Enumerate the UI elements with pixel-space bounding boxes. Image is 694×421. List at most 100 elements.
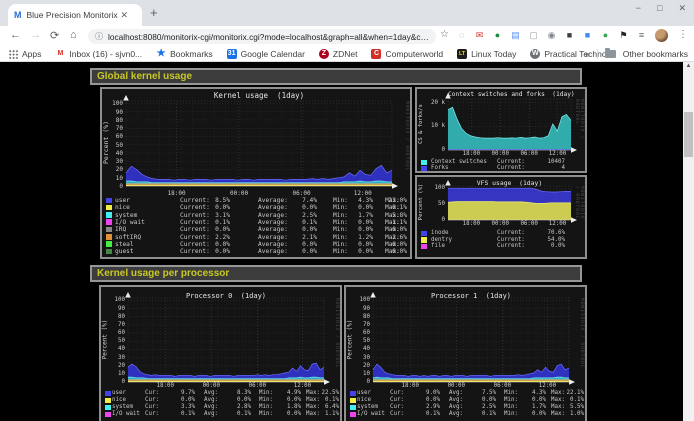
mail-extension-icon[interactable]: ✉ [474,30,485,41]
box-extension-icon[interactable]: ▢ [528,30,539,41]
legend-row: niceCurrent:0.0%Average:0.0%Min:0.0%Max:… [102,204,410,211]
bookmark-star-icon[interactable]: ☆ [440,29,449,40]
legend-stat-value: 22.5% [297,390,339,396]
legend-stat-value: 4.9% [259,390,301,396]
eye-extension-icon[interactable]: ◉ [546,30,557,41]
legend-row: dentryCurrent:54.0% [417,237,585,244]
legend-stat-value: 1.1% [365,219,407,226]
other-bookmarks-button[interactable]: Other bookmarks [623,49,688,59]
legend-stat-value: 70.6% [523,230,565,236]
bookmark-label: Linux Today [471,49,516,59]
legend-stat-value: 0.1% [153,411,195,417]
x-tick: 12:00 [348,190,378,197]
kernel-usage-graph[interactable]: Kernel usage (1day)Percent (%)1009080706… [100,87,412,259]
legend-swatch [105,398,111,404]
chart-canvas [126,101,392,186]
bookmarks-overflow-chevron[interactable]: » [585,49,590,59]
legend-stat-value: 0.0% [523,243,565,249]
url-text[interactable]: localhost:8080/monitorix-cgi/monitorix.c… [108,32,436,42]
legend-stat-value: 2.9% [398,404,440,410]
forward-icon[interactable]: → [30,29,41,41]
page-info-icon[interactable]: ⓘ [95,31,103,42]
legend-stat-value: 0.1% [542,397,584,403]
bookmarks-divider [597,49,598,59]
maximize-icon[interactable]: □ [657,3,662,14]
search-extension-icon[interactable]: ◌ [456,30,467,41]
home-icon[interactable]: ⌂ [70,29,77,41]
legend-swatch [421,160,427,166]
green-dot-extension-icon[interactable]: ● [600,30,611,41]
legend-stat-value: 0.0% [209,397,251,403]
profile-avatar[interactable] [655,29,668,42]
legend-swatch [106,241,112,247]
chart-canvas [448,99,571,150]
y-tick: 100 [102,297,125,303]
y-tick: 60 [100,133,123,140]
legend-row: guestCurrent:0.0%Average:0.0%Min:0.0%Max… [102,248,410,255]
browser-menu-icon[interactable]: ⋮ [678,29,688,40]
legend-stat-value: 0.0% [259,411,301,417]
y-tick: 90 [102,306,125,312]
gmail-icon: M [55,49,65,59]
y-tick: 0 [102,379,125,385]
pages-extension-icon[interactable]: ▤ [510,30,521,41]
minimize-icon[interactable]: − [636,3,641,14]
processor-1-graph[interactable]: Processor 1 (1day)Percent (%)10090807060… [344,285,587,421]
y-tick: 100 [422,185,445,191]
legend-stat-value: 0.0% [275,226,317,233]
y-tick: 20 [100,166,123,173]
section-header-global-kernel-usage: Global kernel usage [90,68,582,85]
x-tick: 00:00 [224,190,254,197]
y-tick: 10 [100,175,123,182]
context-switches-graph[interactable]: Context switches and forks (1day)CS & fo… [415,87,587,173]
legend-row: inodeCurrent:70.6% [417,230,585,237]
scrollbar-up-arrow[interactable]: ▲ [683,63,694,69]
legend-swatch [350,391,356,397]
dark-square-extension-icon[interactable]: ■ [564,30,575,41]
legend-stat-value: 8.3% [209,390,251,396]
x-tick: 06:00 [514,151,544,157]
star-icon: ★ [156,49,166,59]
legend-stat-value: 3.3% [153,404,195,410]
tab-list-extension-icon[interactable]: ≡ [636,30,647,41]
bookmark-computerworld[interactable]: CComputerworld [371,49,443,59]
linux-today-icon: LT [457,49,467,59]
legend-series-name: steal [115,241,134,248]
legend-stat-value: 0.0% [365,248,407,255]
legend-swatch [350,398,356,404]
pin-extension-icon[interactable]: ⚑ [618,30,629,41]
vfs-usage-graph[interactable]: VFS usage (1day)Percent (%)10050018:0000… [415,175,587,259]
processor-0-graph[interactable]: Processor 0 (1day)Percent (%)10090807060… [99,285,342,421]
legend-stat-value: 54.0% [523,237,565,243]
bookmark-star[interactable]: ★ Bookmarks [156,49,213,59]
bookmark-calendar[interactable]: 31Google Calendar [227,49,305,59]
y-tick: 40 [100,150,123,157]
legend-series-name: I/O wait [115,219,145,226]
x-tick: 18:00 [150,383,180,389]
tab-close-icon[interactable]: ✕ [121,10,129,21]
close-icon[interactable]: ✕ [678,3,686,14]
back-icon[interactable]: ← [10,29,21,41]
legend-series-name: nice [112,397,126,403]
chart-canvas [128,298,324,382]
bookmark-linux-today[interactable]: LT Linux Today [457,49,516,59]
legend-series-name: nice [357,397,371,403]
reload-icon[interactable]: ⟳ [50,29,59,42]
bookmark-apps-grid[interactable]: Apps [8,49,41,59]
legend-stat-value: 0.0% [188,204,230,211]
globe-extension-icon[interactable]: ● [492,30,503,41]
blue-app-extension-icon[interactable]: ■ [582,30,593,41]
bookmark-zdnet[interactable]: ZZDNet [319,49,358,59]
bookmark-label: Bookmarks [170,49,213,59]
legend-stat-value: 22.1% [542,390,584,396]
legend-row: softIRQCurrent:2.2%Average:2.1%Min:1.2%M… [102,234,410,241]
new-tab-button[interactable]: + [150,5,158,20]
y-tick: 10 [347,371,370,377]
legend-stat-value: 4 [523,165,565,171]
y-tick: 30 [100,158,123,165]
address-bar[interactable]: ⓘ localhost:8080/monitorix-cgi/monitorix… [88,29,436,44]
scrollbar-thumb[interactable] [684,112,693,157]
scrollbar[interactable]: ▲ [683,62,694,421]
bookmark-gmail[interactable]: MInbox (16) - sjvn0... [55,49,142,59]
browser-tab[interactable]: M Blue Precision Monitorix ✕ [8,4,142,26]
